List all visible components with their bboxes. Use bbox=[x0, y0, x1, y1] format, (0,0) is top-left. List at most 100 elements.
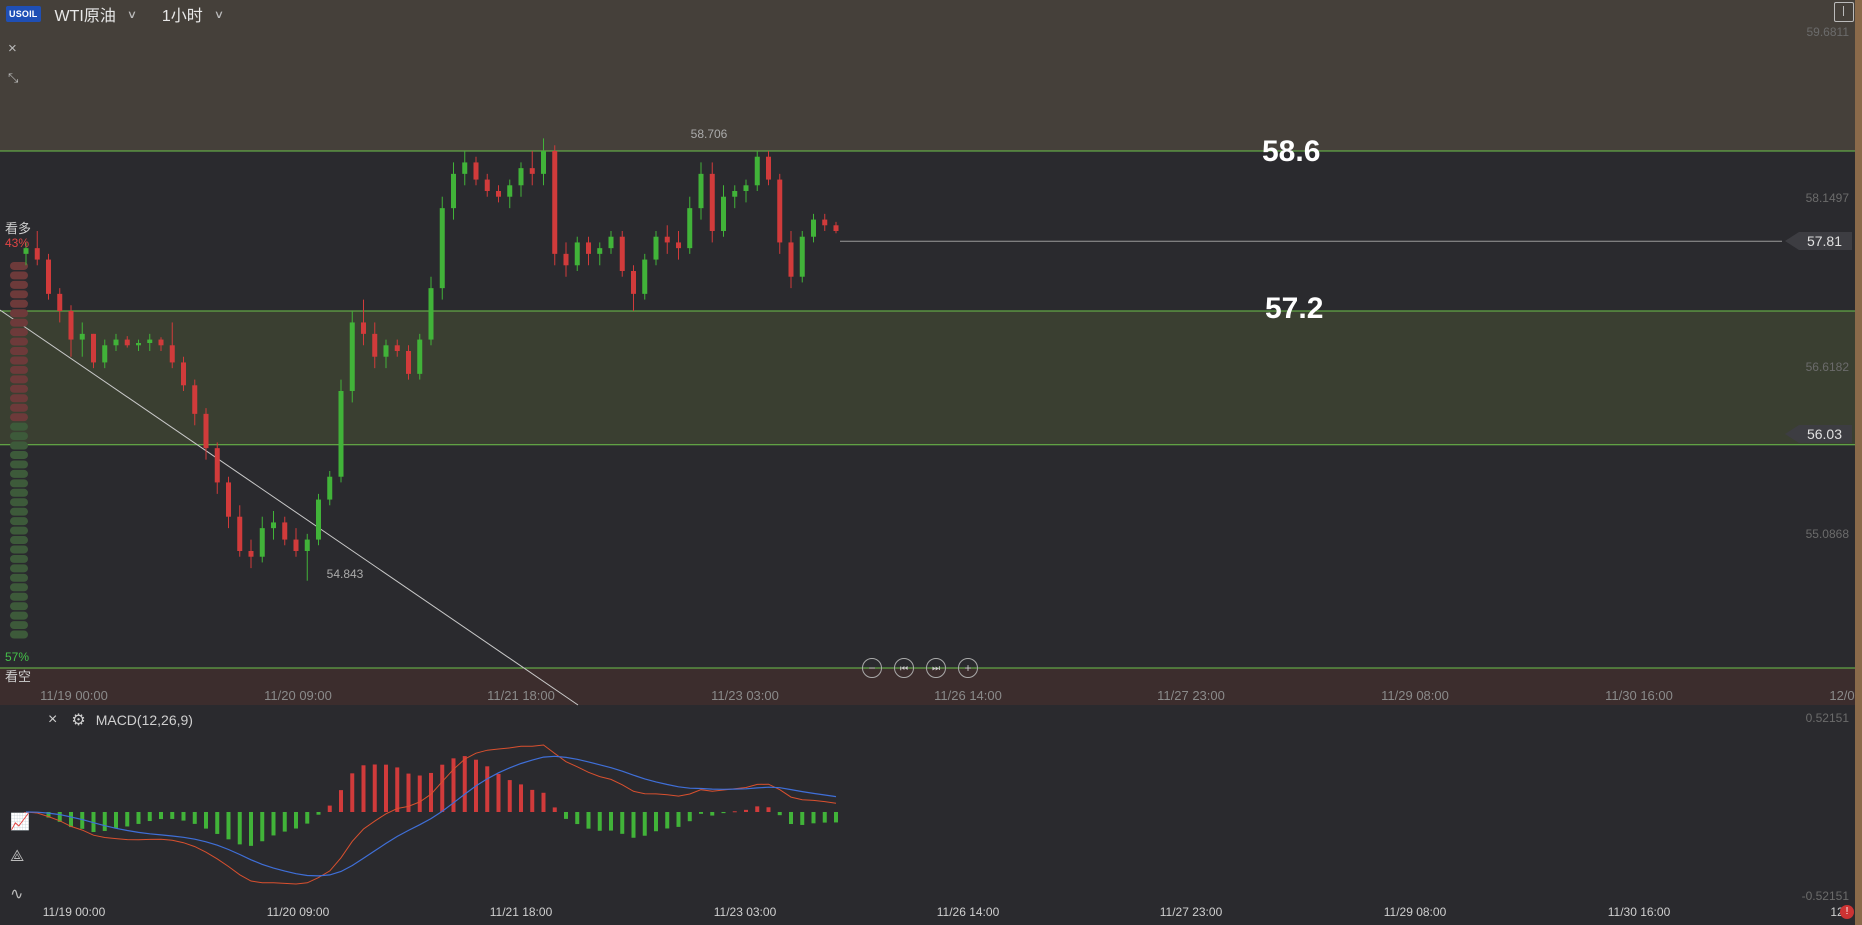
indicator-icon[interactable]: 📈 bbox=[10, 812, 30, 832]
macd-histogram-bar bbox=[147, 812, 152, 822]
candle-body bbox=[541, 151, 546, 174]
marker-price-tag: 56.03 bbox=[1784, 425, 1852, 443]
symbol-selector[interactable]: WTI原油 bbox=[55, 2, 116, 26]
macd-histogram-bar bbox=[384, 764, 388, 812]
macd-histogram-bar bbox=[136, 812, 141, 824]
close-indicator-icon[interactable]: × bbox=[48, 711, 57, 729]
macd-histogram-bar bbox=[350, 773, 355, 812]
timeframe-selector[interactable]: 1小时 bbox=[162, 2, 203, 26]
sentiment-segment bbox=[10, 479, 28, 488]
candle-body bbox=[631, 271, 636, 294]
sentiment-segment bbox=[10, 498, 28, 507]
sentiment-segment bbox=[10, 507, 28, 516]
support-zone bbox=[0, 311, 1862, 445]
macd-histogram-bar bbox=[260, 812, 265, 842]
macd-histogram-bar bbox=[417, 775, 422, 812]
zoom-out-button[interactable]: − bbox=[862, 658, 882, 678]
candle-body bbox=[687, 208, 693, 249]
sentiment-segment bbox=[10, 545, 28, 554]
macd-time-axis-label: 11/23 03:00 bbox=[714, 905, 777, 919]
macd-histogram-bar bbox=[822, 812, 827, 823]
candle-body bbox=[102, 345, 108, 363]
candle-body bbox=[743, 185, 749, 191]
candle-body bbox=[361, 322, 366, 334]
sentiment-segment bbox=[10, 403, 28, 412]
candle-body bbox=[451, 173, 456, 209]
macd-histogram-bar bbox=[811, 812, 816, 824]
scroll-forward-button[interactable]: ⏭ bbox=[926, 658, 946, 678]
candle-body bbox=[799, 236, 805, 277]
macd-histogram-bar bbox=[181, 812, 186, 821]
candle-body bbox=[79, 333, 85, 340]
candle-body bbox=[529, 168, 535, 174]
sentiment-segment bbox=[10, 469, 28, 478]
chevron-down-icon[interactable]: ∨ bbox=[127, 8, 137, 21]
macd-background bbox=[0, 708, 1862, 925]
price-axis-label: 59.6811 bbox=[1807, 25, 1850, 39]
bear-percentage: 57% bbox=[5, 650, 30, 664]
macd-histogram-bar bbox=[721, 812, 726, 814]
sentiment-segment bbox=[10, 460, 28, 469]
layout-icon[interactable] bbox=[1834, 2, 1854, 22]
candle-body bbox=[732, 191, 738, 197]
sentiment-segment bbox=[10, 271, 28, 280]
candle-body bbox=[192, 385, 198, 414]
macd-histogram-bar bbox=[114, 812, 118, 829]
alert-icon[interactable]: ! bbox=[1840, 905, 1854, 919]
macd-histogram-bar bbox=[372, 764, 377, 812]
macd-histogram-bar bbox=[564, 812, 568, 819]
drawing-tool-icon[interactable]: ⟁ bbox=[10, 848, 24, 866]
bear-label: 看空 bbox=[5, 669, 32, 684]
candle-body bbox=[721, 196, 726, 231]
wave-icon[interactable]: ∿ bbox=[10, 884, 23, 904]
resistance-label: 58.6 bbox=[1262, 135, 1321, 168]
price-chart[interactable]: 59.6811 58.1497 56.6182 55.0868 58.706 54.843… bbox=[0, 0, 1862, 925]
macd-histogram-bar bbox=[710, 812, 715, 816]
candle-body bbox=[293, 539, 299, 551]
high-annotation: 58.706 bbox=[691, 127, 728, 141]
close-icon[interactable]: × bbox=[8, 40, 17, 57]
macd-histogram-bar bbox=[777, 812, 782, 816]
macd-histogram-bar bbox=[496, 773, 501, 812]
sentiment-segment bbox=[10, 573, 28, 582]
macd-histogram-bar bbox=[519, 784, 523, 812]
candle-body bbox=[46, 259, 51, 294]
gear-icon[interactable]: ⚙ bbox=[71, 710, 85, 730]
candle-body bbox=[394, 345, 400, 351]
macd-histogram-bar bbox=[597, 812, 602, 831]
sentiment-segment bbox=[10, 526, 28, 535]
sentiment-segment bbox=[10, 583, 28, 592]
macd-histogram-bar bbox=[102, 812, 107, 831]
low-annotation: 54.843 bbox=[327, 567, 364, 581]
chevron-down-icon[interactable]: ∨ bbox=[214, 8, 224, 21]
scroll-back-button[interactable]: ⏮ bbox=[894, 658, 914, 678]
candle-body bbox=[158, 339, 164, 346]
candle-body bbox=[676, 242, 681, 249]
macd-histogram-bar bbox=[620, 812, 625, 834]
macd-time-axis-label: 11/19 00:00 bbox=[43, 905, 106, 919]
macd-histogram-bar bbox=[485, 766, 490, 812]
current-price-tag: 57.81 bbox=[1784, 232, 1852, 250]
zoom-in-button[interactable]: + bbox=[958, 658, 978, 678]
sentiment-segment bbox=[10, 451, 28, 459]
price-axis-label: 56.6182 bbox=[1806, 360, 1850, 374]
macd-histogram-bar bbox=[215, 812, 220, 834]
macd-histogram-bar bbox=[687, 812, 692, 822]
macd-histogram-bar bbox=[507, 780, 512, 812]
price-axis-label: 55.0868 bbox=[1806, 527, 1850, 541]
macd-histogram-bar bbox=[631, 812, 636, 838]
candle-body bbox=[237, 516, 243, 551]
collapse-icon[interactable]: ⤡ bbox=[8, 70, 18, 86]
macd-histogram-bar bbox=[316, 812, 321, 815]
candle-body bbox=[484, 179, 490, 191]
sentiment-segment bbox=[10, 422, 28, 431]
candle-body bbox=[664, 236, 670, 243]
bull-percentage: 43% bbox=[5, 236, 30, 250]
candle-body bbox=[496, 191, 501, 197]
macd-histogram-bar bbox=[271, 812, 276, 836]
macd-histogram-bar bbox=[237, 812, 242, 845]
macd-histogram-bar bbox=[327, 805, 332, 812]
macd-histogram-bar bbox=[170, 812, 175, 819]
sentiment-segment bbox=[10, 564, 28, 573]
candle-body bbox=[473, 162, 479, 180]
